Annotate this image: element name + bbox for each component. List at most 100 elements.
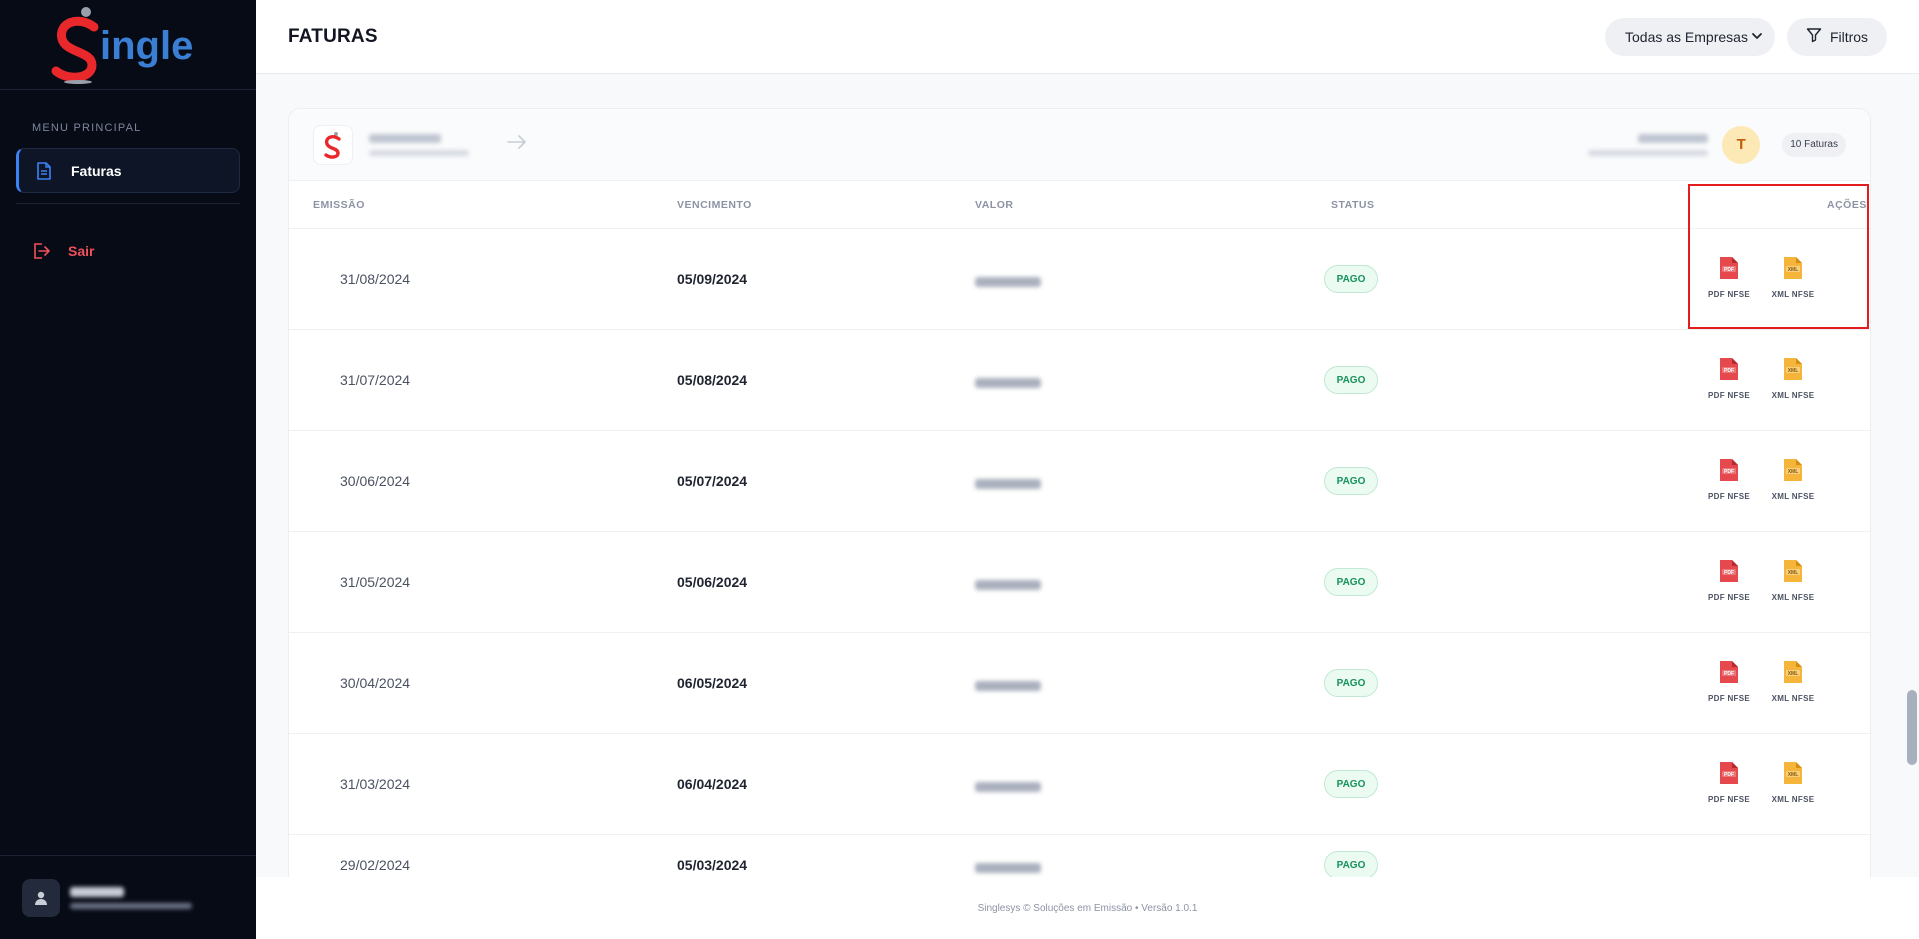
cell-valor-redacted: [975, 274, 1041, 290]
xml-nfse-label: XML NFSE: [1771, 593, 1815, 602]
cell-emissao: 31/08/2024: [340, 271, 411, 287]
xml-nfse-button[interactable]: XML XML NFSE: [1767, 356, 1819, 400]
user-profile[interactable]: [0, 855, 256, 939]
avatar: [22, 878, 60, 917]
sidebar-item-faturas[interactable]: Faturas: [16, 148, 240, 193]
invoice-card: T 10 Faturas EMISSÃO VENCIMENTO VALOR ST…: [288, 108, 1871, 877]
xml-nfse-label: XML NFSE: [1771, 391, 1815, 400]
xml-nfse-button[interactable]: XML XML NFSE: [1767, 760, 1819, 804]
xml-file-icon: XML: [1782, 356, 1804, 387]
pdf-nfse-label: PDF NFSE: [1708, 492, 1750, 501]
cell-valor-redacted: [975, 577, 1041, 593]
svg-text:XML: XML: [1788, 469, 1799, 475]
status-badge: PAGO: [1324, 770, 1378, 798]
table-row: 31/07/2024 05/08/2024 PAGO PDF PDF NFSE XML XM…: [289, 330, 1870, 431]
status-badge: PAGO: [1324, 669, 1378, 697]
table-header: EMISSÃO VENCIMENTO VALOR STATUS AÇÕES: [289, 181, 1870, 229]
sidebar-item-label: Sair: [68, 242, 95, 259]
svg-text:XML: XML: [1788, 570, 1799, 576]
cell-valor-redacted: [975, 678, 1041, 694]
pdf-file-icon: PDF: [1718, 760, 1740, 791]
xml-nfse-label: XML NFSE: [1771, 795, 1815, 804]
page-title: FATURAS: [288, 25, 378, 47]
pdf-file-icon: PDF: [1718, 659, 1740, 690]
pdf-nfse-label: PDF NFSE: [1708, 694, 1750, 703]
filter-icon: [1806, 27, 1822, 46]
user-icon: [35, 891, 47, 905]
chevron-down-icon: [1751, 29, 1763, 45]
cell-valor-redacted: [975, 860, 1041, 876]
pdf-file-icon: PDF: [1718, 255, 1740, 286]
cell-valor-redacted: [975, 476, 1041, 492]
pdf-nfse-button[interactable]: PDF PDF NFSE: [1703, 356, 1755, 400]
single-logo-icon: ingle: [51, 6, 193, 84]
responsible-info-redacted: [1588, 133, 1709, 156]
cell-emissao: 30/04/2024: [340, 675, 411, 691]
filters-button[interactable]: Filtros: [1787, 17, 1887, 56]
pdf-nfse-button[interactable]: PDF PDF NFSE: [1703, 558, 1755, 602]
status-badge: PAGO: [1324, 467, 1378, 495]
table-body: 31/08/2024 05/09/2024 PAGO PDF PDF NFSE XML XM…: [289, 229, 1870, 877]
menu-title: MENU PRINCIPAL: [32, 122, 142, 134]
card-header: T 10 Faturas: [289, 109, 1870, 181]
table-row: 31/03/2024 06/04/2024 PAGO PDF PDF NFSE XML XM…: [289, 734, 1870, 835]
sidebar-item-sair[interactable]: Sair: [16, 228, 240, 273]
svg-text:PDF: PDF: [1724, 469, 1734, 475]
cell-vencimento: 05/07/2024: [677, 473, 748, 489]
pdf-nfse-button[interactable]: PDF PDF NFSE: [1703, 255, 1755, 299]
pdf-file-icon: PDF: [1718, 356, 1740, 387]
pdf-nfse-label: PDF NFSE: [1708, 290, 1750, 299]
scrollbar[interactable]: [1907, 690, 1917, 765]
status-badge: PAGO: [1324, 366, 1378, 394]
footer-text: Singlesys © Soluções em Emissão • Versão…: [977, 902, 1198, 914]
company-select[interactable]: Todas as Empresas: [1605, 17, 1775, 56]
company-select-value: Todas as Empresas: [1625, 28, 1748, 45]
sidebar-item-label: Faturas: [71, 162, 122, 179]
status-badge: PAGO: [1324, 568, 1378, 596]
xml-file-icon: XML: [1782, 760, 1804, 791]
logout-icon: [32, 242, 50, 260]
xml-nfse-button[interactable]: XML XML NFSE: [1767, 255, 1819, 299]
column-header-emissao[interactable]: EMISSÃO: [313, 199, 365, 211]
xml-nfse-label: XML NFSE: [1771, 694, 1815, 703]
pdf-nfse-label: PDF NFSE: [1708, 593, 1750, 602]
cell-vencimento: 06/05/2024: [677, 675, 748, 691]
pdf-file-icon: PDF: [1718, 457, 1740, 488]
svg-text:ingle: ingle: [100, 24, 193, 68]
column-header-status[interactable]: STATUS: [1331, 199, 1374, 211]
cell-vencimento: 05/03/2024: [677, 857, 748, 873]
main-content: T 10 Faturas EMISSÃO VENCIMENTO VALOR ST…: [256, 74, 1919, 877]
invoice-count-badge: 10 Faturas: [1782, 132, 1846, 157]
svg-text:XML: XML: [1788, 772, 1799, 778]
sidebar: ingle MENU PRINCIPAL Faturas Sair: [0, 0, 256, 939]
pdf-nfse-label: PDF NFSE: [1708, 795, 1750, 804]
table-row: 31/05/2024 05/06/2024 PAGO PDF PDF NFSE XML XM…: [289, 532, 1870, 633]
svg-text:PDF: PDF: [1724, 368, 1734, 374]
pdf-nfse-button[interactable]: PDF PDF NFSE: [1703, 457, 1755, 501]
avatar: T: [1722, 125, 1761, 164]
table-row: 31/08/2024 05/09/2024 PAGO PDF PDF NFSE XML XM…: [289, 229, 1870, 330]
user-info-redacted: [70, 886, 192, 909]
xml-file-icon: XML: [1782, 558, 1804, 589]
company-info-redacted: [369, 133, 469, 156]
cell-valor-redacted: [975, 375, 1041, 391]
column-header-vencimento[interactable]: VENCIMENTO: [677, 199, 752, 211]
app-logo[interactable]: ingle: [48, 5, 208, 85]
xml-nfse-label: XML NFSE: [1771, 290, 1815, 299]
cell-valor-redacted: [975, 779, 1041, 795]
single-logo-icon: [324, 131, 341, 159]
svg-text:XML: XML: [1788, 368, 1799, 374]
pdf-nfse-button[interactable]: PDF PDF NFSE: [1703, 659, 1755, 703]
cell-emissao: 30/06/2024: [340, 473, 411, 489]
pdf-nfse-button[interactable]: PDF PDF NFSE: [1703, 760, 1755, 804]
xml-nfse-label: XML NFSE: [1771, 492, 1815, 501]
cell-emissao: 31/07/2024: [340, 372, 411, 388]
xml-nfse-button[interactable]: XML XML NFSE: [1767, 558, 1819, 602]
logo-area: ingle: [0, 0, 256, 90]
column-header-valor[interactable]: VALOR: [975, 199, 1013, 211]
xml-nfse-button[interactable]: XML XML NFSE: [1767, 659, 1819, 703]
xml-nfse-button[interactable]: XML XML NFSE: [1767, 457, 1819, 501]
company-logo: [313, 124, 353, 165]
status-badge: PAGO: [1324, 265, 1378, 293]
svg-text:PDF: PDF: [1724, 570, 1734, 576]
